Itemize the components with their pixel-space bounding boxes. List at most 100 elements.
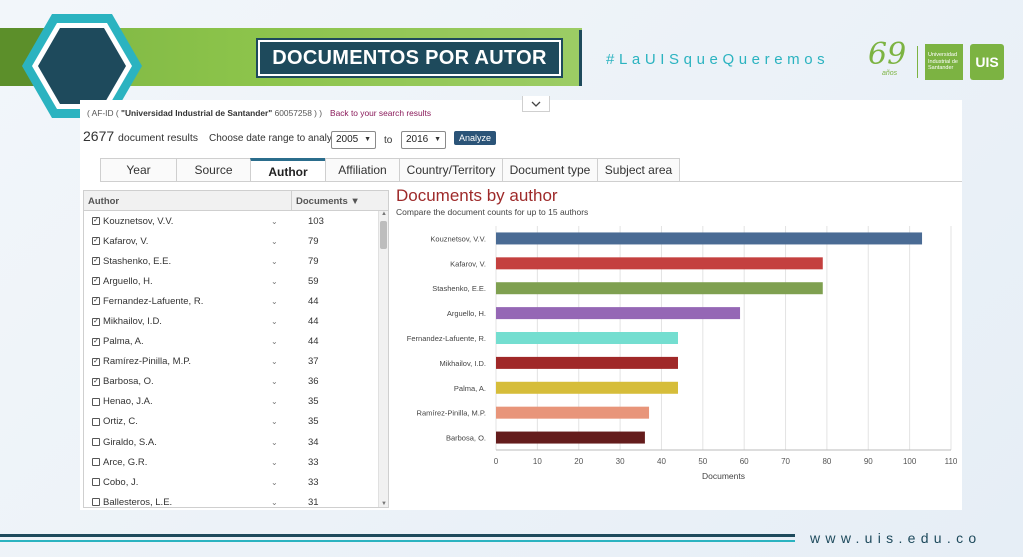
- checkbox-checked[interactable]: ✓: [92, 297, 100, 306]
- author-name[interactable]: Arce, G.R.: [103, 457, 271, 468]
- author-row[interactable]: ✓ Kafarov, V. ⌄ 79: [84, 231, 388, 251]
- analyze-button[interactable]: Analyze: [454, 131, 496, 145]
- author-row[interactable]: ✓ Mikhailov, I.D. ⌄ 44: [84, 311, 388, 331]
- author-name[interactable]: Fernandez-Lafuente, R.: [103, 296, 271, 307]
- to-year-select[interactable]: 2016 ▼: [401, 131, 446, 149]
- website-url: www.uis.edu.co: [810, 530, 982, 546]
- x-tick-label: 110: [945, 457, 958, 466]
- documents-by-author-chart: 0 10 20 30 40 50 60 70 80 90 100 110 Documents Kouzne…: [407, 226, 958, 481]
- chevron-down-icon[interactable]: ⌄: [271, 337, 291, 346]
- author-row[interactable]: ✓ Fernandez-Lafuente, R. ⌄ 44: [84, 291, 388, 311]
- chevron-down-icon[interactable]: ⌄: [271, 458, 291, 467]
- y-category-label: Arguello, H.: [447, 309, 486, 318]
- author-name[interactable]: Henao, J.A.: [103, 396, 271, 407]
- author-name[interactable]: Cobo, J.: [103, 477, 271, 488]
- chevron-down-icon[interactable]: ⌄: [271, 397, 291, 406]
- author-rows: ✓ Kouznetsov, V.V. ⌄ 103 ✓ Kafarov, V. ⌄ 79 ✓ Sta…: [84, 211, 388, 507]
- author-name[interactable]: Ramírez-Pinilla, M.P.: [103, 356, 271, 367]
- chevron-down-icon[interactable]: ⌄: [271, 217, 291, 226]
- checkbox[interactable]: [92, 397, 100, 406]
- author-row[interactable]: ✓ Arguello, H. ⌄ 59: [84, 271, 388, 291]
- footer-line-accent: [0, 540, 795, 542]
- chevron-down-icon[interactable]: ⌄: [271, 277, 291, 286]
- bar: [496, 257, 823, 270]
- author-name[interactable]: Palma, A.: [103, 336, 271, 347]
- bar: [496, 356, 678, 369]
- checkbox-checked[interactable]: ✓: [92, 257, 100, 266]
- chevron-down-icon[interactable]: ⌄: [271, 357, 291, 366]
- chevron-down-icon[interactable]: ⌄: [271, 498, 291, 507]
- author-name[interactable]: Barbosa, O.: [103, 376, 271, 387]
- author-name[interactable]: Stashenko, E.E.: [103, 256, 271, 267]
- author-name[interactable]: Giraldo, S.A.: [103, 437, 271, 448]
- author-column-header[interactable]: Author: [84, 191, 292, 210]
- checkbox[interactable]: [92, 498, 100, 507]
- checkbox[interactable]: [92, 438, 100, 447]
- author-row[interactable]: Cobo, J. ⌄ 33: [84, 472, 388, 492]
- tab-year[interactable]: Year: [100, 158, 176, 182]
- checkbox[interactable]: [92, 458, 100, 467]
- checkbox-checked[interactable]: ✓: [92, 357, 100, 366]
- tab-document-type[interactable]: Document type: [502, 158, 597, 182]
- author-row[interactable]: Henao, J.A. ⌄ 35: [84, 392, 388, 412]
- chevron-down-icon[interactable]: ⌄: [271, 377, 291, 386]
- tab-country-territory[interactable]: Country/Territory: [399, 158, 502, 182]
- author-name[interactable]: Arguello, H.: [103, 276, 271, 287]
- author-name[interactable]: Ballesteros, L.E.: [103, 497, 271, 507]
- documents-column-header[interactable]: Documents ▼: [292, 191, 360, 210]
- x-tick-label: 30: [616, 457, 625, 466]
- chevron-down-icon[interactable]: ⌄: [271, 237, 291, 246]
- tab-source[interactable]: Source: [176, 158, 250, 182]
- uis-logo: UIS: [970, 44, 1004, 80]
- checkbox-checked[interactable]: ✓: [92, 377, 100, 386]
- checkbox-checked[interactable]: ✓: [92, 277, 100, 286]
- tab-subject-area[interactable]: Subject area: [597, 158, 680, 182]
- author-row[interactable]: Giraldo, S.A. ⌄ 34: [84, 432, 388, 452]
- checkbox-checked[interactable]: ✓: [92, 217, 100, 226]
- scroll-up-icon[interactable]: ▲: [381, 211, 387, 217]
- tab-affiliation[interactable]: Affiliation: [325, 158, 399, 182]
- checkbox-checked[interactable]: ✓: [92, 237, 100, 246]
- list-scrollbar[interactable]: ▲ ▼: [378, 211, 388, 507]
- author-row[interactable]: ✓ Stashenko, E.E. ⌄ 79: [84, 251, 388, 271]
- chevron-down-icon[interactable]: ⌄: [271, 317, 291, 326]
- checkbox-checked[interactable]: ✓: [92, 317, 100, 326]
- back-to-results-link[interactable]: Back to your search results: [330, 108, 431, 118]
- author-row[interactable]: Arce, G.R. ⌄ 33: [84, 452, 388, 472]
- author-row[interactable]: Ballesteros, L.E. ⌄ 31: [84, 492, 388, 507]
- author-doc-count: 44: [308, 295, 319, 307]
- tab-author[interactable]: Author: [250, 158, 325, 182]
- chevron-down-icon[interactable]: ⌄: [271, 257, 291, 266]
- author-doc-count: 59: [308, 275, 319, 287]
- x-tick-label: 10: [533, 457, 542, 466]
- author-row[interactable]: ✓ Barbosa, O. ⌄ 36: [84, 372, 388, 392]
- scroll-down-icon[interactable]: ▼: [381, 501, 387, 507]
- author-name[interactable]: Kouznetsov, V.V.: [103, 216, 271, 227]
- author-row[interactable]: ✓ Ramírez-Pinilla, M.P. ⌄ 37: [84, 352, 388, 372]
- author-doc-count: 36: [308, 376, 319, 388]
- hashtag: #LaUISqueQueremos: [606, 51, 830, 68]
- chevron-down-icon[interactable]: ⌄: [271, 297, 291, 306]
- chevron-down-icon[interactable]: ⌄: [271, 417, 291, 426]
- scroll-thumb[interactable]: [380, 221, 387, 249]
- header-divider: [579, 30, 582, 86]
- chevron-down-icon[interactable]: ⌄: [271, 438, 291, 447]
- author-row[interactable]: Ortiz, C. ⌄ 35: [84, 412, 388, 432]
- y-category-label: Barbosa, O.: [446, 434, 486, 443]
- to-label: to: [384, 135, 393, 146]
- footer-line: [0, 534, 795, 537]
- collapse-toggle[interactable]: [522, 96, 550, 112]
- author-name[interactable]: Kafarov, V.: [103, 236, 271, 247]
- author-doc-count: 37: [308, 356, 319, 368]
- checkbox-checked[interactable]: ✓: [92, 337, 100, 346]
- from-year-select[interactable]: 2005 ▼: [331, 131, 376, 149]
- author-name[interactable]: Ortiz, C.: [103, 416, 271, 427]
- author-row[interactable]: ✓ Kouznetsov, V.V. ⌄ 103: [84, 211, 388, 231]
- y-category-label: Kafarov, V.: [450, 259, 486, 268]
- checkbox[interactable]: [92, 417, 100, 426]
- checkbox[interactable]: [92, 478, 100, 487]
- author-row[interactable]: ✓ Palma, A. ⌄ 44: [84, 332, 388, 352]
- y-category-label: Stashenko, E.E.: [432, 284, 486, 293]
- author-name[interactable]: Mikhailov, I.D.: [103, 316, 271, 327]
- chevron-down-icon[interactable]: ⌄: [271, 478, 291, 487]
